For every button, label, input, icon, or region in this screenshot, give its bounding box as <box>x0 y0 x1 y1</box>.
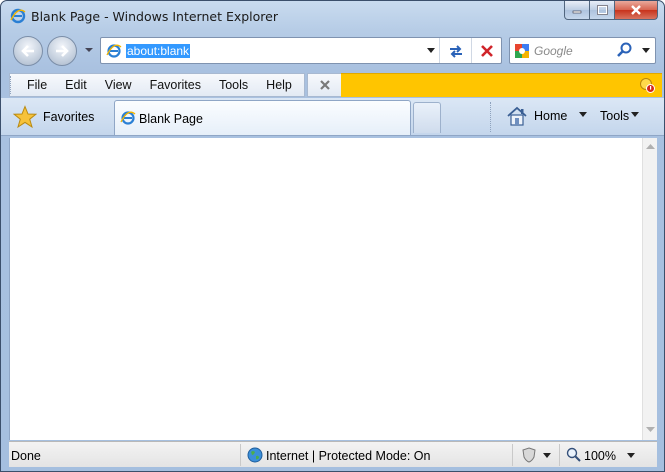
scroll-up-icon[interactable] <box>646 144 655 150</box>
shield-icon[interactable] <box>521 447 537 463</box>
ie-logo-icon <box>10 8 26 24</box>
address-input[interactable]: about:blank <box>126 44 191 58</box>
search-icon <box>617 42 632 57</box>
home-button[interactable]: Home <box>506 103 567 129</box>
page-content[interactable] <box>9 138 642 440</box>
caption-buttons <box>564 1 658 21</box>
menu-bar: File Edit View Favorites Tools Help <box>9 73 305 97</box>
vertical-scrollbar[interactable] <box>642 138 657 440</box>
menu-edit[interactable]: Edit <box>65 78 87 92</box>
new-tab-button[interactable] <box>413 102 441 133</box>
status-separator <box>512 444 513 466</box>
toolbar-separator <box>490 102 491 132</box>
browser-window: Blank Page - Windows Internet Explorer a… <box>0 0 665 472</box>
status-separator <box>240 444 241 466</box>
alert-icon <box>640 78 655 93</box>
menu-favorites[interactable]: Favorites <box>150 78 201 92</box>
chevron-down-icon <box>642 47 650 53</box>
navigation-bar: about:blank Google <box>1 31 664 71</box>
stop-icon <box>480 44 493 57</box>
security-zone[interactable]: Internet | Protected Mode: On <box>266 449 430 463</box>
zoom-icon[interactable] <box>566 447 582 463</box>
toolbar-gripper[interactable] <box>10 76 13 94</box>
close-toolbar-button[interactable] <box>307 73 342 97</box>
search-box[interactable]: Google <box>509 37 656 64</box>
address-bar[interactable]: about:blank <box>100 37 502 64</box>
forward-arrow-icon <box>56 45 69 57</box>
refresh-icon <box>449 44 462 58</box>
title-bar: Blank Page - Windows Internet Explorer <box>1 1 664 31</box>
home-icon <box>507 106 527 126</box>
minimize-icon <box>572 10 582 14</box>
menu-row: File Edit View Favorites Tools Help <box>1 72 664 97</box>
recent-pages-dropdown[interactable] <box>83 44 95 56</box>
tools-dropdown[interactable] <box>631 112 639 117</box>
status-separator <box>559 444 560 466</box>
tab-label: Blank Page <box>139 112 203 126</box>
tab-row: Favorites Blank Page Home Tools <box>1 98 664 136</box>
refresh-button[interactable] <box>439 38 471 63</box>
stop-button[interactable] <box>471 38 501 63</box>
close-button[interactable] <box>615 1 658 20</box>
menu-view[interactable]: View <box>105 78 132 92</box>
tab-blank-page[interactable]: Blank Page <box>114 100 411 135</box>
chevron-down-icon <box>427 47 435 53</box>
favorites-label: Favorites <box>43 110 95 124</box>
search-input[interactable]: Google <box>534 44 573 58</box>
star-icon <box>13 105 37 129</box>
menu-tools[interactable]: Tools <box>219 78 248 92</box>
close-icon <box>631 5 641 15</box>
status-bar: Done Internet | Protected Mode: On 100% <box>9 441 657 467</box>
google-icon <box>515 44 529 58</box>
menu-file[interactable]: File <box>27 78 47 92</box>
chevron-down-icon <box>85 48 93 52</box>
search-button[interactable] <box>616 41 634 59</box>
status-text: Done <box>11 449 41 463</box>
forward-button[interactable] <box>47 36 77 66</box>
home-label: Home <box>534 109 568 123</box>
maximize-button[interactable] <box>590 1 615 20</box>
zoom-dropdown[interactable] <box>627 453 635 458</box>
globe-icon <box>247 447 263 463</box>
window-title: Blank Page - Windows Internet Explorer <box>31 9 278 24</box>
address-dropdown[interactable] <box>423 38 439 63</box>
ie-page-icon <box>106 44 122 58</box>
home-dropdown[interactable] <box>579 112 587 117</box>
back-arrow-icon <box>21 45 34 57</box>
maximize-icon <box>596 5 608 15</box>
notification-bar[interactable] <box>341 73 662 97</box>
close-x-icon <box>319 80 330 90</box>
search-options-dropdown[interactable] <box>638 38 654 63</box>
zoom-level[interactable]: 100% <box>584 449 616 463</box>
minimize-button[interactable] <box>564 1 590 20</box>
tools-button[interactable]: Tools <box>600 109 629 123</box>
favorites-button[interactable]: Favorites <box>13 102 94 132</box>
ie-page-icon <box>120 111 136 125</box>
menu-help[interactable]: Help <box>266 78 292 92</box>
scroll-down-icon[interactable] <box>646 427 655 433</box>
shield-dropdown[interactable] <box>543 453 551 458</box>
back-button[interactable] <box>13 36 43 66</box>
